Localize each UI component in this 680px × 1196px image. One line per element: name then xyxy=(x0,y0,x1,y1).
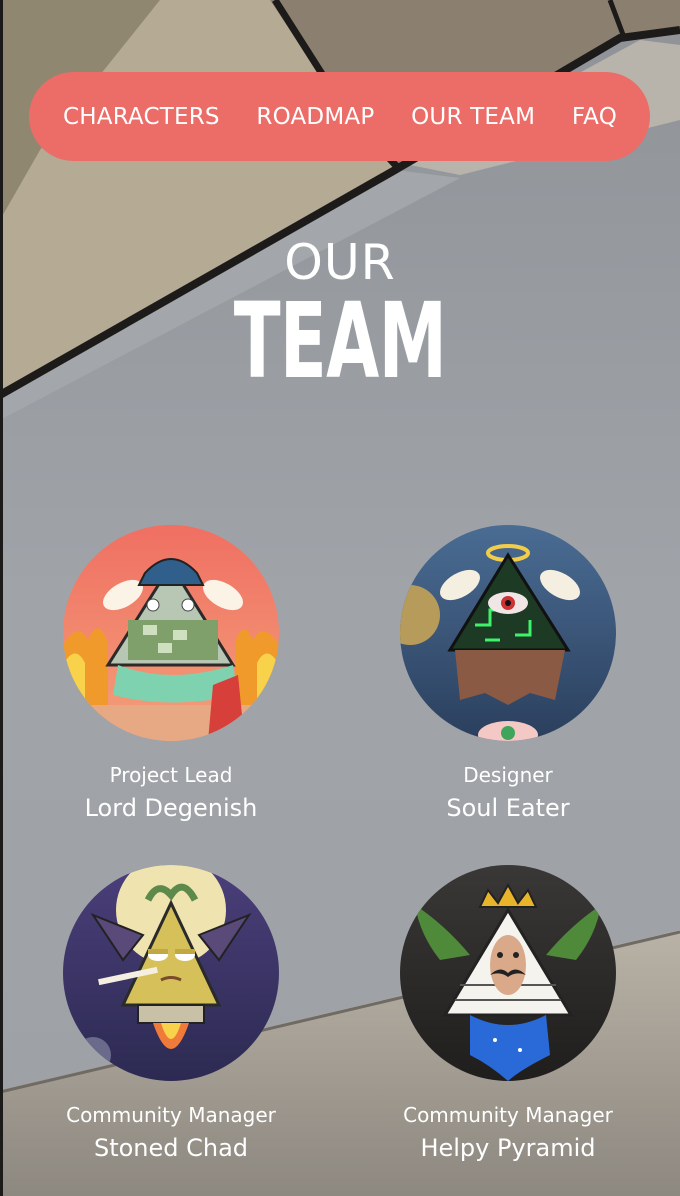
pyramid-mustache-avatar xyxy=(400,865,616,1081)
pyramid-eye-halo-avatar xyxy=(400,525,616,741)
member-name: Lord Degenish xyxy=(84,794,258,822)
section-heading: OUR TEAM xyxy=(0,232,680,402)
pyramid-eye-halo-avatar-image xyxy=(400,525,616,741)
member-name: Stoned Chad xyxy=(93,1134,249,1162)
team-member-card: Designer Soul Eater xyxy=(388,525,628,823)
nav-item-faq[interactable]: FAQ xyxy=(572,104,617,130)
team-member-card: Community Manager Stoned Chad xyxy=(51,865,291,1163)
member-name: Soul Eater xyxy=(446,794,570,822)
team-member-card: Project Lead Lord Degenish xyxy=(51,525,291,823)
team-member-card: Community Manager Helpy Pyramid xyxy=(388,865,628,1163)
nav-item-roadmap[interactable]: ROADMAP xyxy=(256,104,374,130)
nav-item-characters[interactable]: CHARACTERS xyxy=(63,104,220,130)
member-role: Community Manager xyxy=(66,1103,276,1127)
member-role: Community Manager xyxy=(403,1103,613,1127)
pyramid-bucket-hat-avatar xyxy=(63,525,279,741)
member-role: Project Lead xyxy=(109,763,233,787)
pyramid-mustache-avatar-image xyxy=(400,865,616,1081)
pyramid-stoned-avatar xyxy=(63,865,279,1081)
main-nav: CHARACTERS ROADMAP OUR TEAM FAQ xyxy=(29,72,650,161)
heading-line-team: TEAM xyxy=(233,280,447,402)
member-name: Helpy Pyramid xyxy=(420,1134,596,1162)
pyramid-bucket-hat-avatar-image xyxy=(63,525,279,741)
pyramid-stoned-avatar-image xyxy=(63,865,279,1081)
member-role: Designer xyxy=(463,763,553,787)
nav-item-our-team[interactable]: OUR TEAM xyxy=(411,104,535,130)
